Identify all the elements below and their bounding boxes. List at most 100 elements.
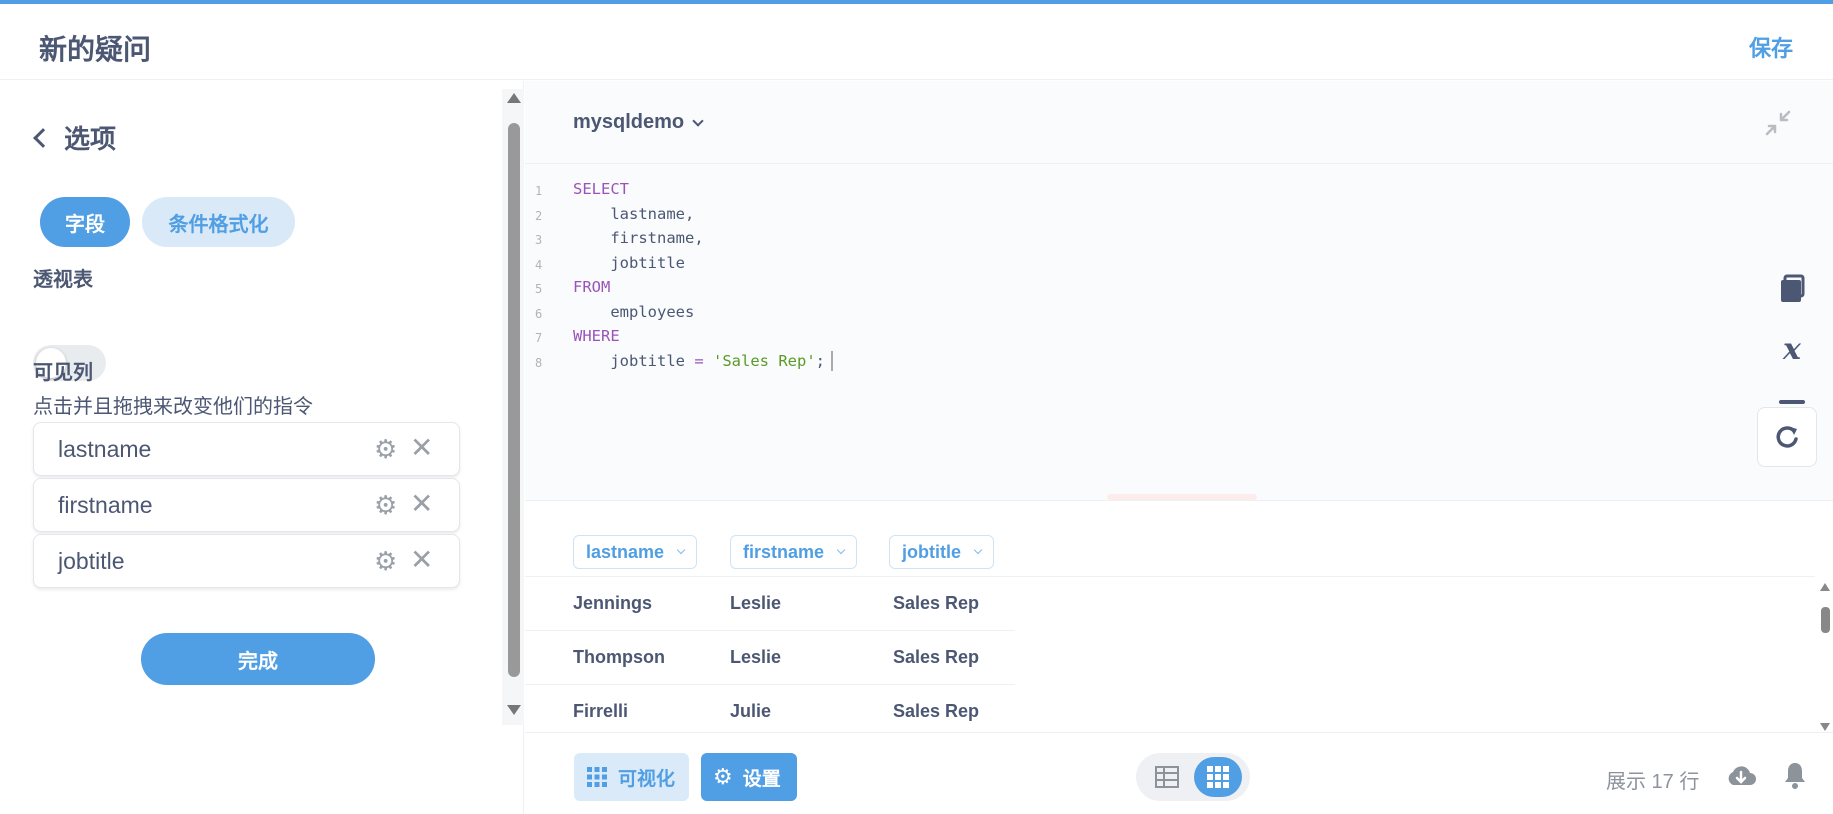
chevron-down-icon [692, 114, 704, 127]
settings-button[interactable]: ⚙ 设置 [701, 753, 797, 801]
line-number: 6 [535, 306, 543, 321]
refresh-icon [1776, 426, 1798, 448]
sql-keyword: FROM [573, 278, 611, 296]
chevron-left-icon [33, 127, 53, 148]
code-text: WHERE [573, 325, 620, 350]
sql-token: ; [815, 351, 826, 370]
results-scrollbar[interactable] [1817, 581, 1833, 733]
column-header-label: lastname [586, 541, 665, 562]
sidebar-title: 选项 [64, 124, 117, 154]
table-view-icon[interactable] [1154, 764, 1180, 790]
code-lines[interactable]: 1 SELECT 2 lastname, 3 firstname, 4 jobtitle… [535, 178, 834, 375]
grid-view-toggle[interactable] [1194, 757, 1242, 797]
scroll-up-arrow-icon[interactable] [507, 93, 521, 103]
scrollbar-thumb[interactable] [508, 123, 520, 677]
database-name: mysqldemo [573, 111, 685, 133]
table-cell: Sales Rep [893, 701, 980, 721]
data-reference-icon[interactable] [1775, 272, 1809, 306]
table-cell: Thompson [573, 647, 665, 667]
column-header-lastname[interactable]: lastname [573, 535, 698, 569]
gear-icon[interactable]: ⚙ [374, 436, 400, 462]
column-card-name: jobtitle [58, 548, 125, 574]
line-number: 1 [535, 184, 543, 198]
close-icon[interactable]: ✕ [410, 490, 434, 518]
query-header: 新的疑问 保存 [0, 4, 1833, 80]
column-card-name: lastname [58, 436, 152, 462]
table-cell: Leslie [730, 647, 782, 667]
tab-fields[interactable]: 字段 [40, 197, 130, 247]
collapse-icon[interactable] [1763, 108, 1793, 138]
sidebar-scrollbar[interactable] [502, 89, 524, 725]
table-cell: Sales Rep [893, 647, 980, 667]
gear-icon[interactable]: ⚙ [374, 548, 400, 574]
sql-token: jobtitle [573, 253, 685, 272]
visible-columns-hint: 点击并且拖拽来改变他们的指令 [33, 396, 313, 418]
sql-token: jobtitle [573, 351, 695, 370]
sql-token: = [694, 351, 704, 370]
column-header-label: jobtitle [902, 541, 961, 562]
table-cell: Jennings [573, 593, 653, 613]
visualize-label: 可视化 [618, 768, 676, 790]
code-line[interactable]: 8 jobtitle = 'Sales Rep'; [535, 350, 834, 375]
code-line[interactable]: 3 firstname, [535, 227, 833, 252]
database-selector[interactable]: mysqldemo [573, 111, 704, 134]
grid-icon [587, 767, 607, 787]
line-number: 8 [535, 355, 543, 370]
page-title: 新的疑问 [39, 34, 152, 65]
sql-keyword: WHERE [573, 327, 620, 345]
table-cell: Firrelli [573, 701, 629, 721]
run-query-button[interactable] [1757, 407, 1817, 467]
code-line[interactable]: 7 WHERE [535, 325, 833, 350]
column-header-jobtitle[interactable]: jobtitle [889, 535, 994, 569]
view-toggle [1136, 753, 1250, 801]
row-count: 展示 17 行 [1606, 771, 1700, 793]
code-line[interactable]: 2 lastname, [535, 203, 833, 228]
save-button[interactable]: 保存 [1749, 31, 1793, 63]
sql-string: 'Sales Rep' [713, 351, 816, 370]
gear-icon[interactable]: ⚙ [374, 492, 400, 518]
scroll-down-arrow-icon[interactable] [1820, 723, 1830, 731]
table-cell: Julie [730, 701, 772, 721]
close-icon[interactable]: ✕ [410, 546, 434, 574]
tab-conditional-formatting[interactable]: 条件格式化 [142, 197, 295, 247]
code-line[interactable]: 1 SELECT [535, 178, 833, 203]
code-line[interactable]: 6 employees [535, 301, 833, 326]
code-text: firstname, [573, 227, 703, 252]
visualize-button[interactable]: 可视化 [574, 753, 689, 801]
close-icon[interactable]: ✕ [410, 434, 434, 462]
table-row: Thompson Leslie Sales Rep [525, 631, 1015, 685]
scroll-down-arrow-icon[interactable] [507, 705, 521, 715]
code-text: FROM [573, 276, 610, 301]
sql-token: lastname, [573, 204, 695, 223]
code-line[interactable]: 5 FROM [535, 276, 833, 301]
options-back-button[interactable]: 选项 [32, 119, 116, 156]
column-header-firstname[interactable]: firstname [730, 535, 858, 569]
column-card-firstname[interactable]: firstname ⚙ ✕ [33, 478, 460, 532]
column-card-name: firstname [58, 492, 153, 518]
done-button[interactable]: 完成 [141, 633, 375, 685]
text-cursor [831, 351, 834, 371]
results-table: lastname firstname jobtitle Jennings Les… [525, 500, 1833, 739]
line-number: 2 [535, 208, 543, 223]
chevron-down-icon [836, 545, 846, 555]
scrollbar-thumb[interactable] [1821, 607, 1830, 633]
column-header-label: firstname [743, 541, 825, 562]
column-card-jobtitle[interactable]: jobtitle ⚙ ✕ [33, 534, 460, 588]
column-card-lastname[interactable]: lastname ⚙ ✕ [33, 422, 460, 476]
query-main: mysqldemo 1 SELECT 2 lastname, 3 firstname,… [525, 81, 1833, 814]
bell-icon[interactable] [1782, 760, 1808, 790]
variables-icon[interactable]: x [1775, 332, 1809, 366]
query-footer: 可视化 ⚙ 设置 展示 17 行 [525, 732, 1833, 814]
chevron-down-icon [973, 545, 983, 555]
sql-token: employees [573, 302, 695, 321]
sql-editor[interactable]: 1 SELECT 2 lastname, 3 firstname, 4 jobtitle… [525, 164, 1833, 500]
download-icon[interactable] [1725, 763, 1757, 789]
code-text: employees [573, 301, 694, 326]
scroll-up-arrow-icon[interactable] [1820, 583, 1830, 591]
table-cell: Sales Rep [893, 593, 980, 613]
line-number: 3 [535, 233, 543, 247]
code-line[interactable]: 4 jobtitle [535, 252, 833, 277]
line-number: 7 [535, 331, 543, 345]
code-text: lastname, [573, 203, 694, 228]
